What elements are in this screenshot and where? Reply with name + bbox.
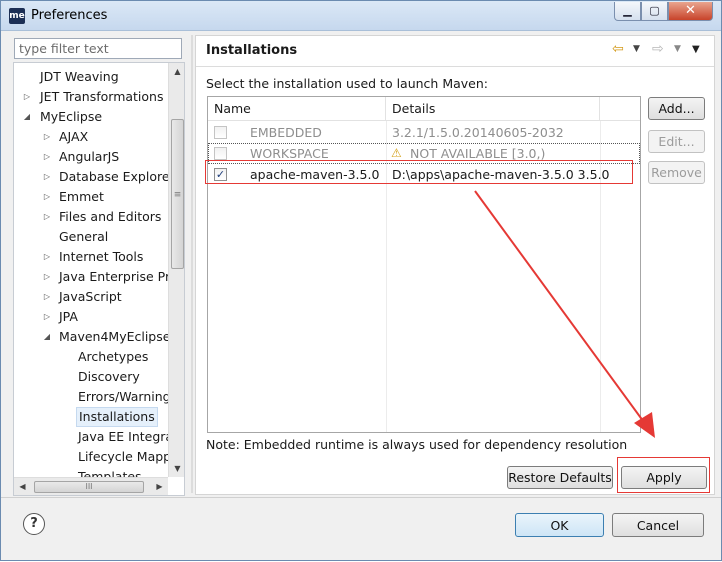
tree-expand-icon[interactable]: ▷ <box>42 147 52 167</box>
tree-expand-icon[interactable]: ▷ <box>22 87 32 107</box>
table-row-embedded[interactable]: EMBEDDED 3.2.1/1.5.0.20140605-2032 <box>208 122 640 143</box>
tree-item-label: JPA <box>59 309 78 324</box>
table-row-workspace[interactable]: WORKSPACE ⚠ NOT AVAILABLE [3.0,) <box>208 143 640 164</box>
installation-details: 3.2.1/1.5.0.20140605-2032 <box>392 125 564 140</box>
tree-collapse-icon[interactable]: ◢ <box>22 107 32 127</box>
installation-details: NOT AVAILABLE [3.0,) <box>410 146 546 161</box>
page-description: Select the installation used to launch M… <box>206 76 488 91</box>
title-bar[interactable]: me Preferences ▁ ▢ ✕ <box>1 1 721 31</box>
tree-expand-icon[interactable]: ▷ <box>42 287 52 307</box>
column-header-name[interactable]: Name <box>208 97 386 121</box>
tree-item-label: Discovery <box>78 369 140 384</box>
preferences-navigation: JDT Weaving ▷ JET Transformations ◢ MyEc… <box>9 35 185 496</box>
tree-expand-icon[interactable]: ▷ <box>42 267 52 287</box>
forward-arrow-icon[interactable]: ⇨ <box>652 41 664 57</box>
myeclipse-app-icon: me <box>9 8 25 24</box>
scroll-thumb[interactable]: ≡ <box>171 119 184 269</box>
scroll-left-icon[interactable]: ◀ <box>14 478 31 495</box>
maximize-button[interactable]: ▢ <box>641 2 668 21</box>
back-arrow-icon[interactable]: ⇦ <box>612 41 624 57</box>
installations-page: Installations ⇦ ▼ ⇨ ▼ ▼ Select the insta… <box>195 35 715 495</box>
tree-item-label: JDT Weaving <box>40 69 119 84</box>
tree-item-label: AJAX <box>59 129 89 144</box>
tree-item-label: Internet Tools <box>59 249 144 264</box>
tree-horizontal-scrollbar[interactable]: ◀ III ▶ <box>14 477 168 495</box>
view-menu-icon[interactable]: ▼ <box>692 44 700 55</box>
installation-name: EMBEDDED <box>250 125 322 140</box>
tree-vertical-scrollbar[interactable]: ▲ ≡ ▼ <box>168 63 184 477</box>
tree-item-label: Java Enterprise Pr <box>59 269 171 284</box>
tree-expand-icon[interactable]: ▷ <box>42 167 52 187</box>
tree-item-label: MyEclipse <box>40 109 103 124</box>
preferences-tree: JDT Weaving ▷ JET Transformations ◢ MyEc… <box>13 62 185 496</box>
help-icon[interactable]: ? <box>23 513 45 535</box>
tree-expand-icon[interactable]: ▷ <box>42 247 52 267</box>
restore-defaults-button[interactable]: Restore Defaults <box>507 466 613 489</box>
tree-item-label: Archetypes <box>78 349 149 364</box>
ok-button[interactable]: OK <box>515 513 604 537</box>
tree-item-label: AngularJS <box>59 149 120 164</box>
tree-item-label: Java EE Integra <box>78 429 174 444</box>
tree-item-label: Emmet <box>59 189 104 204</box>
installation-name: apache-maven-3.5.0 <box>250 167 380 182</box>
add-button[interactable]: Add... <box>648 97 705 120</box>
tree-item-label: Database Explorer <box>59 169 175 184</box>
row-checkbox[interactable] <box>214 147 227 160</box>
panel-splitter[interactable] <box>191 35 193 493</box>
footer-separator <box>1 497 721 498</box>
preferences-window: me Preferences ▁ ▢ ✕ JDT Weaving ▷ JET T… <box>0 0 722 561</box>
remove-button[interactable]: Remove <box>648 161 705 184</box>
row-checkbox[interactable] <box>214 126 227 139</box>
scroll-thumb[interactable]: III <box>34 481 144 493</box>
tree-item-label: General <box>59 229 109 244</box>
scroll-right-icon[interactable]: ▶ <box>151 478 168 495</box>
warning-icon: ⚠ <box>391 146 402 160</box>
cancel-button[interactable]: Cancel <box>612 513 704 537</box>
row-checkbox-checked[interactable]: ✓ <box>214 168 227 181</box>
filter-input[interactable] <box>14 38 182 59</box>
column-header-details[interactable]: Details <box>386 97 600 121</box>
title-separator <box>196 66 714 67</box>
tree-item-label: Lifecycle Mapp <box>78 449 172 464</box>
installations-table: Name Details EMBEDDED 3.2.1/1.5.0.201406… <box>207 96 641 433</box>
tree-item-label-selected: Installations <box>76 407 158 427</box>
installation-details: D:\apps\apache-maven-3.5.0 3.5.0 <box>392 167 610 182</box>
window-title: Preferences <box>31 8 108 23</box>
table-row-apache-maven[interactable]: ✓ apache-maven-3.5.0 D:\apps\apache-mave… <box>208 164 640 185</box>
close-button[interactable]: ✕ <box>668 2 713 21</box>
tree-expand-icon[interactable]: ▷ <box>42 187 52 207</box>
tree-item-label: Errors/Warning <box>78 389 171 404</box>
back-history-dropdown-icon[interactable]: ▼ <box>633 44 640 54</box>
tree-expand-icon[interactable]: ▷ <box>42 207 52 227</box>
tree-item-label: JavaScript <box>59 289 122 304</box>
scroll-down-icon[interactable]: ▼ <box>169 460 184 477</box>
tree-expand-icon[interactable]: ▷ <box>42 307 52 327</box>
tree-expand-icon[interactable]: ▷ <box>42 127 52 147</box>
table-header: Name Details <box>208 97 640 121</box>
tree-collapse-icon[interactable]: ◢ <box>42 327 52 347</box>
tree-item-label: Maven4MyEclipse <box>59 329 171 344</box>
page-title: Installations <box>206 43 298 58</box>
embedded-runtime-note: Note: Embedded runtime is always used fo… <box>206 437 628 452</box>
apply-button[interactable]: Apply <box>621 466 707 489</box>
tree-item-label: JET Transformations <box>40 89 164 104</box>
minimize-button[interactable]: ▁ <box>614 2 641 21</box>
forward-history-dropdown-icon[interactable]: ▼ <box>674 44 681 54</box>
installation-name: WORKSPACE <box>250 146 329 161</box>
edit-button[interactable]: Edit... <box>648 130 705 153</box>
scroll-up-icon[interactable]: ▲ <box>169 63 184 80</box>
tree-item-label: Files and Editors <box>59 209 162 224</box>
column-header-filler <box>600 97 640 121</box>
